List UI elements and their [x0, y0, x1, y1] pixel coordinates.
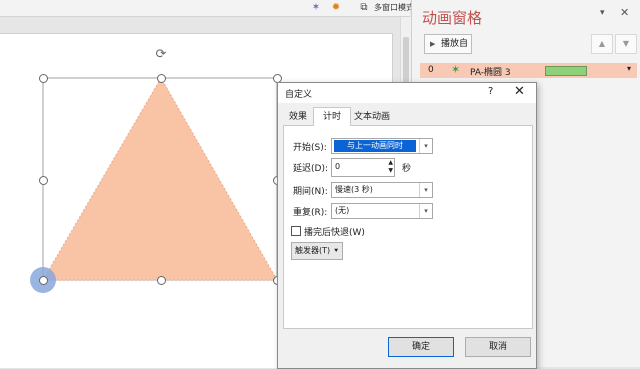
chevron-down-icon[interactable]: ▾ [600, 8, 605, 18]
resize-handle-sw[interactable] [39, 276, 48, 285]
item-dropdown-icon[interactable]: ▾ [627, 64, 631, 73]
play-from-button[interactable]: ▶ 播放自 [424, 34, 472, 54]
motion-effect-icon: ✶ [451, 63, 461, 76]
move-up-button[interactable]: ▲ [591, 34, 613, 54]
gear-icon[interactable]: ✹ [330, 2, 342, 14]
resize-handle-n[interactable] [157, 74, 166, 83]
ok-button[interactable]: 确定 [388, 337, 454, 357]
chevron-down-icon[interactable]: ▾ [419, 204, 432, 218]
period-select[interactable]: 慢速(3 秒) ▾ [331, 182, 433, 198]
trigger-arrow-icon: ⯆ [333, 247, 339, 255]
chevron-down-icon[interactable]: ▾ [419, 139, 432, 153]
trigger-label: 触发器(T) [295, 246, 331, 255]
timing-panel: 开始(S): 与上一动画同时 ▾ 延迟(D): 0 ▲ ▼ 秒 期间(N): 慢… [283, 125, 533, 329]
spin-down-icon[interactable]: ▼ [388, 167, 393, 175]
repeat-select[interactable]: (无) ▾ [331, 203, 433, 219]
period-label: 期间(N): [293, 187, 328, 197]
resize-handle-w[interactable] [39, 176, 48, 185]
repeat-value: (无) [335, 206, 350, 215]
star-effect-icon[interactable]: ✶ [310, 2, 322, 14]
delay-label: 延迟(D): [293, 164, 328, 174]
delay-input[interactable]: 0 ▲ ▼ [331, 158, 395, 177]
view-toolbar: ✶ ✹ ⧉ 多窗口模式 [0, 0, 414, 17]
start-select[interactable]: 与上一动画同时 ▾ [331, 138, 433, 154]
tab-text-animation[interactable]: 文本动画 [351, 110, 393, 125]
rewind-label[interactable]: 播完后快退(W) [304, 225, 365, 238]
timing-bar [545, 66, 587, 76]
multiwindow-label[interactable]: 多窗口模式 [374, 2, 414, 13]
item-index: 0 [428, 65, 434, 75]
cancel-button[interactable]: 取消 [465, 337, 531, 357]
tab-effect[interactable]: 效果 [285, 110, 311, 125]
rotate-icon[interactable]: ⟳ [154, 48, 168, 62]
triangle-shape[interactable] [42, 77, 278, 281]
rewind-checkbox[interactable] [291, 226, 301, 236]
close-icon[interactable]: ✕ [514, 84, 525, 99]
trigger-button[interactable]: 触发器(T) ⯆ [291, 242, 343, 260]
play-icon: ▶ [430, 40, 436, 48]
start-value: 与上一动画同时 [334, 140, 416, 152]
play-from-label: 播放自 [441, 39, 469, 49]
resize-handle-nw[interactable] [39, 74, 48, 83]
dialog-titlebar: 自定义 ? ✕ [278, 83, 536, 103]
pane-title: 动画窗格 [422, 9, 483, 27]
spin-up-icon[interactable]: ▲ [388, 159, 393, 167]
tab-timing[interactable]: 计时 [313, 107, 351, 126]
move-down-button[interactable]: ▼ [615, 34, 637, 54]
resize-handle-s[interactable] [157, 276, 166, 285]
period-value: 慢速(3 秒) [335, 185, 373, 194]
delay-value: 0 [335, 162, 341, 171]
window-icon[interactable]: ⧉ [358, 2, 370, 14]
custom-dialog: 自定义 ? ✕ 效果 计时 文本动画 开始(S): 与上一动画同时 ▾ 延迟(D… [277, 82, 537, 369]
help-icon[interactable]: ? [488, 86, 493, 97]
close-icon[interactable]: ✕ [620, 6, 629, 19]
dialog-title: 自定义 [285, 90, 313, 100]
chevron-down-icon[interactable]: ▾ [419, 183, 432, 197]
item-label: PA-椭圆 3 [470, 68, 511, 78]
delay-unit: 秒 [402, 164, 412, 174]
animation-list-item[interactable]: 0 ✶ PA-椭圆 3 ▾ [420, 63, 637, 78]
repeat-label: 重复(R): [293, 208, 328, 218]
start-label: 开始(S): [293, 143, 327, 153]
